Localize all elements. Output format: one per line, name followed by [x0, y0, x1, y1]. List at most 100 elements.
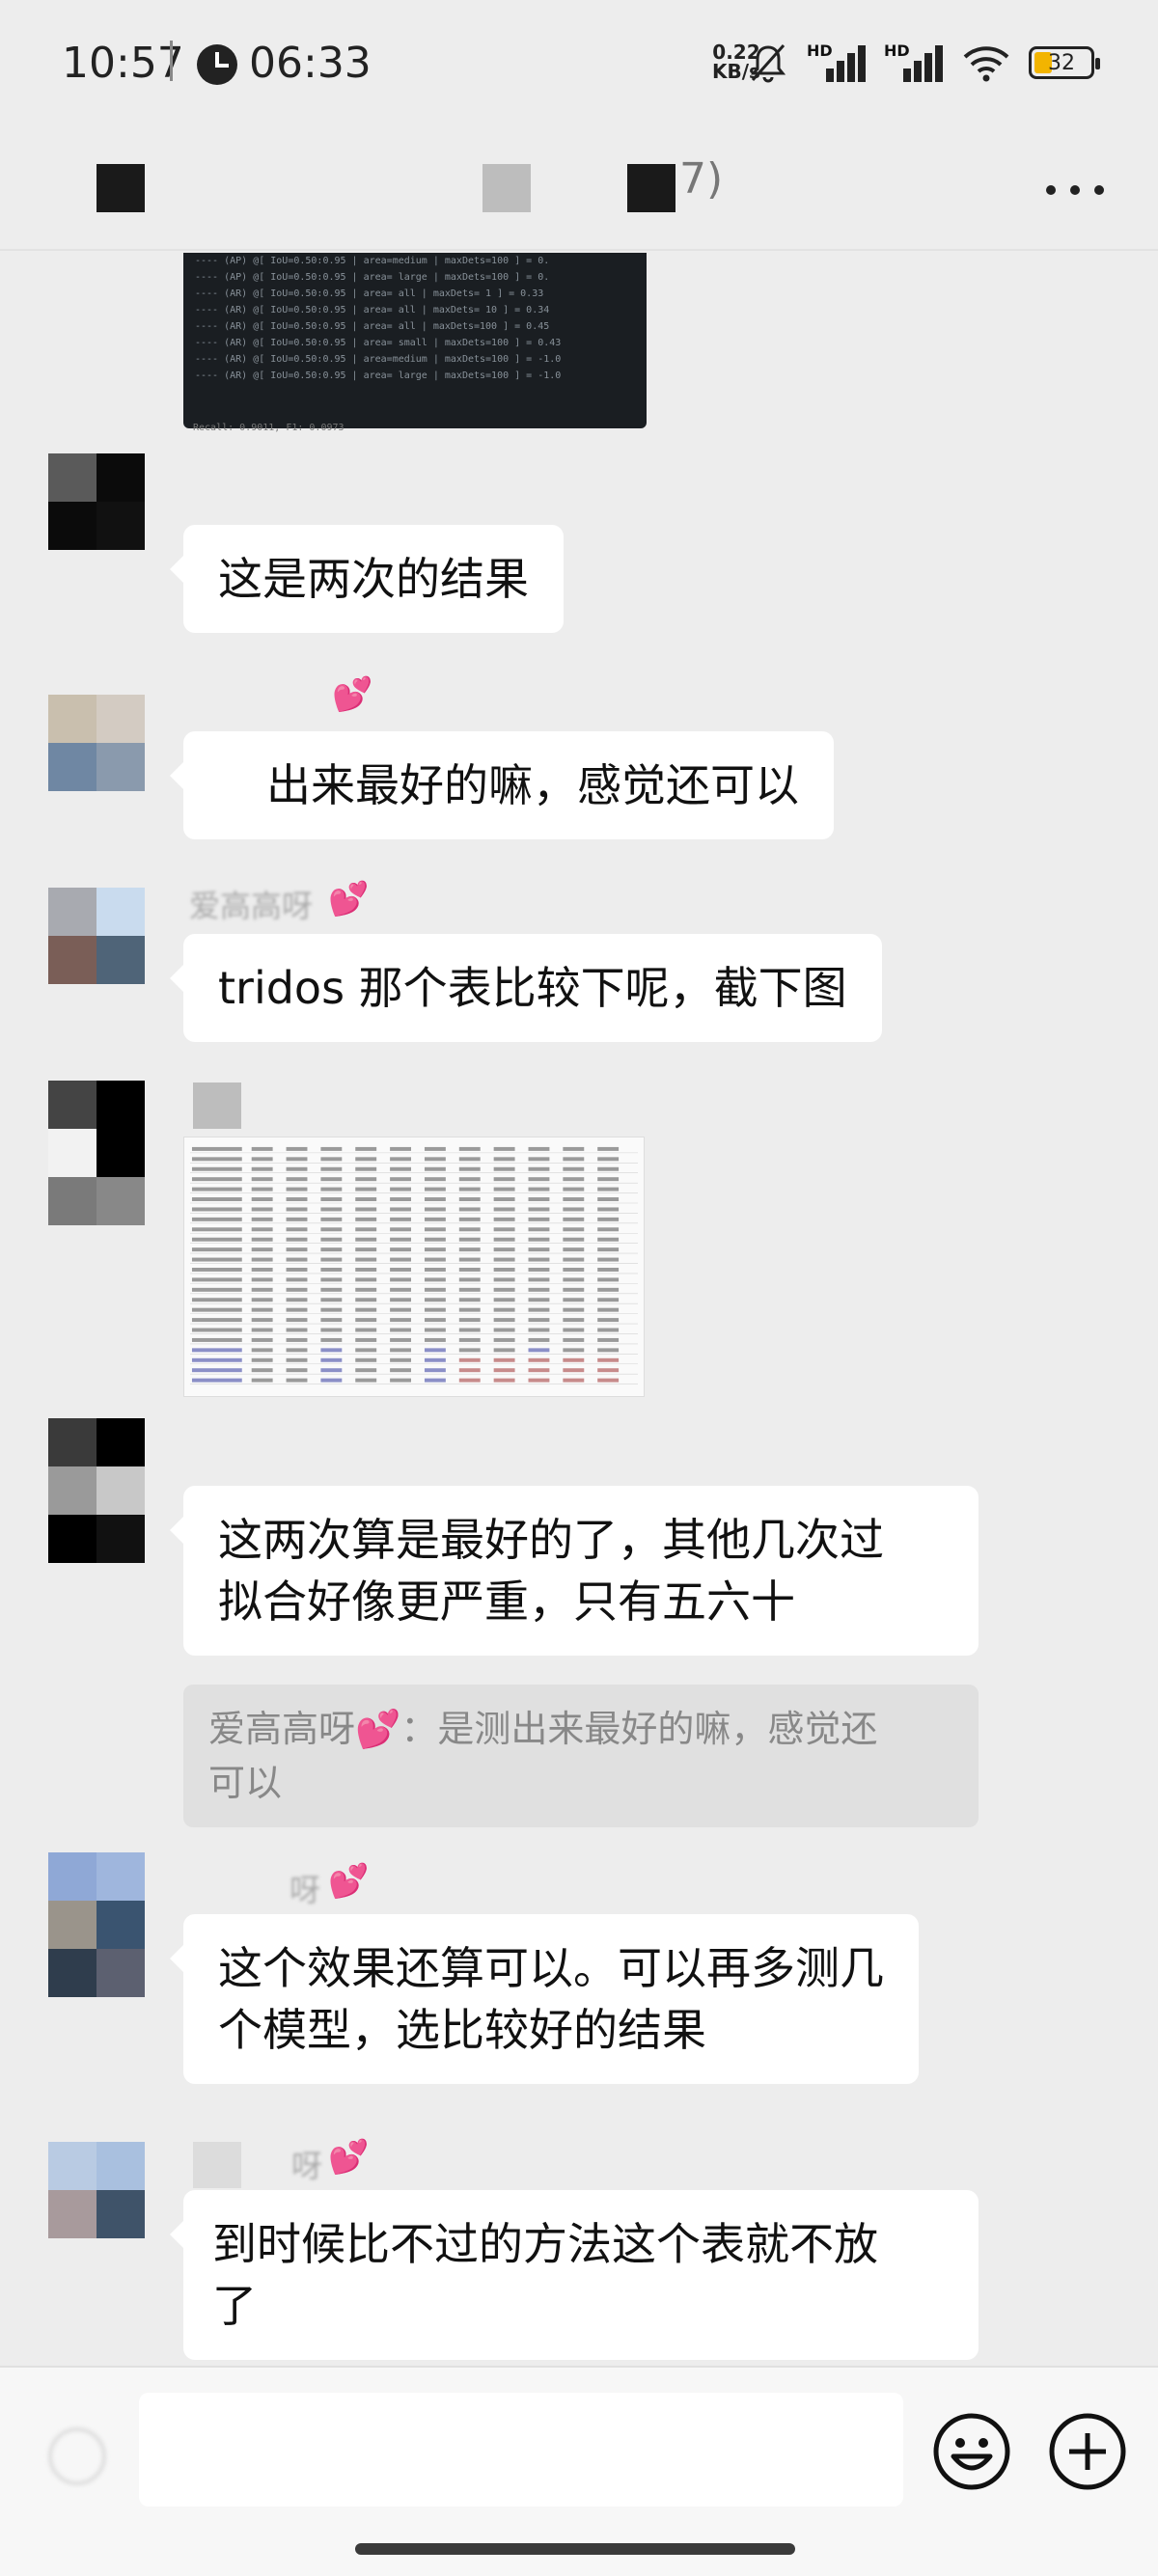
table-cell [320, 1177, 343, 1182]
table-cell [528, 1217, 550, 1221]
table-cell [493, 1307, 515, 1312]
table-cell [458, 1307, 481, 1312]
table-cell [597, 1227, 620, 1232]
table-cell [458, 1177, 481, 1182]
table-cell [458, 1348, 481, 1353]
back-icon[interactable] [96, 164, 145, 212]
message-text: 这是两次的结果 [218, 553, 529, 605]
more-icon[interactable] [1046, 176, 1104, 205]
status-bar: 10:57 06:33 0.22 KB/s HD HD 32 [0, 0, 1158, 125]
table-cell [458, 1337, 481, 1342]
table-cell [458, 1267, 481, 1272]
table-cell [355, 1378, 377, 1383]
table-cell [528, 1348, 550, 1353]
avatar[interactable] [48, 1852, 145, 1997]
table-cell [528, 1197, 550, 1202]
avatar[interactable] [48, 1418, 145, 1563]
message-text-line: 了 [212, 2280, 257, 2332]
table-cell [320, 1197, 343, 1202]
table-cell [320, 1247, 343, 1252]
message-text: 出来最好的嘛，感觉还可以 [266, 759, 799, 811]
message-bubble[interactable]: tridos 那个表比较下呢，截下图 [170, 934, 882, 1042]
table-cell [597, 1217, 620, 1221]
message-bubble[interactable]: 出来最好的嘛，感觉还可以 [170, 731, 834, 839]
table-cell [424, 1277, 446, 1282]
table-cell [286, 1247, 308, 1252]
table-cell [424, 1166, 446, 1171]
terminal-line: ---- (AR) @[ IoU=0.50:0.95 | area= all |… [195, 305, 550, 315]
table-cell [458, 1328, 481, 1332]
terminal-line: ---- (AR) @[ IoU=0.50:0.95 | area= small… [195, 338, 562, 348]
battery-icon: 32 [1029, 46, 1100, 79]
table-cell [493, 1257, 515, 1262]
emoji-icon[interactable] [932, 2412, 1011, 2491]
table-cell [286, 1277, 308, 1282]
table-cell [597, 1177, 620, 1182]
table-cell [528, 1337, 550, 1342]
hd-label: HD [807, 41, 833, 60]
terminal-line: ---- (AR) @[ IoU=0.50:0.95 | area= all |… [195, 288, 544, 299]
table-cell [251, 1166, 273, 1171]
table-cell [493, 1337, 515, 1342]
table-cell [320, 1337, 343, 1342]
terminal-footer-text: Recall: 0.9011, F1: 0.0973 [193, 423, 345, 433]
table-cell [320, 1227, 343, 1232]
message-bubble[interactable]: 这两次算是最好的了，其他几次过 拟合好像更严重，只有五六十 [170, 1486, 979, 1656]
table-cell [355, 1217, 377, 1221]
quoted-message[interactable]: 爱高高呀💕：是测出来最好的嘛，感觉还 可以 [183, 1685, 979, 1827]
table-cell [424, 1217, 446, 1221]
table-cell [191, 1267, 242, 1272]
table-cell [493, 1197, 515, 1202]
message-input[interactable] [139, 2393, 903, 2507]
table-cell [597, 1247, 620, 1252]
table-cell [390, 1267, 412, 1272]
table-cell [390, 1247, 412, 1252]
avatar[interactable] [48, 2142, 145, 2238]
terminal-line: ---- (AR) @[ IoU=0.50:0.95 | area=medium… [195, 354, 562, 365]
table-cell [424, 1257, 446, 1262]
table-cell [390, 1368, 412, 1373]
table-screenshot-image[interactable] [183, 1137, 645, 1397]
table-cell [424, 1157, 446, 1162]
chat-messages[interactable]: ---- (AP) @[ IoU=0.50:0.95 | area=medium… [0, 253, 1158, 2366]
table-cell [191, 1146, 242, 1151]
table-cell [458, 1318, 481, 1323]
avatar[interactable] [48, 888, 145, 984]
table-cell [458, 1227, 481, 1232]
table-cell [528, 1146, 550, 1151]
table-cell [424, 1197, 446, 1202]
hd-label-2: HD [884, 41, 910, 60]
table-cell [251, 1187, 273, 1192]
table-cell [563, 1207, 585, 1212]
avatar[interactable] [48, 1081, 145, 1225]
message-bubble[interactable]: 这个效果还算可以。可以再多测几 个模型，选比较好的结果 [170, 1914, 919, 2084]
table-cell [355, 1298, 377, 1302]
table-cell [424, 1247, 446, 1252]
table-thumbnail [184, 1137, 644, 1396]
table-cell [320, 1267, 343, 1272]
message-bubble[interactable]: 这是两次的结果 [170, 525, 564, 633]
table-cell [458, 1217, 481, 1221]
table-cell [424, 1318, 446, 1323]
table-cell [320, 1257, 343, 1262]
table-cell [390, 1287, 412, 1292]
voice-icon[interactable] [48, 2427, 106, 2485]
avatar[interactable] [48, 695, 145, 791]
table-cell [493, 1298, 515, 1302]
table-cell [493, 1247, 515, 1252]
terminal-screenshot-image[interactable]: ---- (AP) @[ IoU=0.50:0.95 | area=medium… [183, 253, 647, 428]
plus-icon[interactable] [1048, 2412, 1127, 2491]
table-cell [191, 1378, 242, 1383]
quoted-text-line: 爱高高呀💕：是测出来最好的嘛，感觉还 [208, 1708, 878, 1750]
table-cell [355, 1177, 377, 1182]
table-cell [251, 1287, 273, 1292]
battery-level: 32 [1048, 51, 1075, 75]
table-cell [424, 1378, 446, 1383]
table-cell [286, 1217, 308, 1221]
table-cell [528, 1378, 550, 1383]
message-bubble[interactable]: 到时候比不过的方法这个表就不放 了 [170, 2190, 979, 2360]
table-cell [528, 1166, 550, 1171]
home-indicator[interactable] [355, 2543, 795, 2555]
table-cell [251, 1207, 273, 1212]
table-cell [424, 1287, 446, 1292]
